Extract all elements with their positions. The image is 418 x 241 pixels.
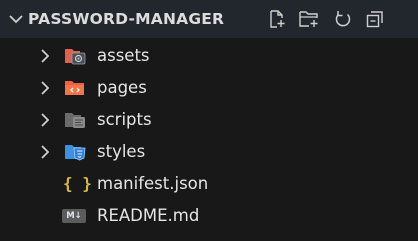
folder-scripts-icon: [65, 113, 85, 128]
tree-item-assets[interactable]: assets: [0, 40, 418, 72]
new-file-icon: [270, 10, 285, 28]
folder-styles-icon: [65, 145, 86, 161]
tree-item-label: scripts: [97, 110, 152, 129]
json-icon: { }: [63, 174, 92, 193]
collapse-all-icon: [366, 11, 383, 28]
tree-item-styles[interactable]: styles: [0, 136, 418, 168]
tree-item-readme-md[interactable]: M↓ README.md: [0, 200, 418, 232]
project-title[interactable]: PASSWORD-MANAGER: [28, 0, 224, 38]
tree-item-label: assets: [97, 46, 150, 65]
chevron-down-icon[interactable]: [7, 10, 25, 28]
tree-item-label: README.md: [97, 206, 200, 225]
tree-item-scripts[interactable]: scripts: [0, 104, 418, 136]
tree-item-label: styles: [97, 142, 146, 161]
chevron-right-icon[interactable]: [38, 80, 52, 96]
tree-item-label: manifest.json: [97, 174, 209, 193]
refresh-button[interactable]: [330, 6, 356, 32]
chevron-right-icon[interactable]: [38, 112, 52, 128]
folder-assets-icon: [65, 49, 86, 65]
tree-item-pages[interactable]: pages: [0, 72, 418, 104]
tree-item-manifest-json[interactable]: { } manifest.json: [0, 168, 418, 200]
new-file-button[interactable]: [264, 6, 290, 32]
explorer-section-header[interactable]: PASSWORD-MANAGER: [0, 0, 418, 38]
explorer-panel: PASSWORD-MANAGER assets pages scripts st…: [0, 0, 418, 241]
tree-item-label: pages: [97, 78, 147, 97]
folder-pages-icon: [65, 81, 84, 95]
refresh-icon: [335, 11, 351, 27]
markdown-icon: M↓: [62, 209, 86, 223]
chevron-right-icon[interactable]: [38, 144, 52, 160]
chevron-right-icon[interactable]: [38, 48, 52, 64]
new-folder-icon: [299, 11, 318, 27]
collapse-all-button[interactable]: [362, 6, 388, 32]
new-folder-button[interactable]: [296, 6, 322, 32]
